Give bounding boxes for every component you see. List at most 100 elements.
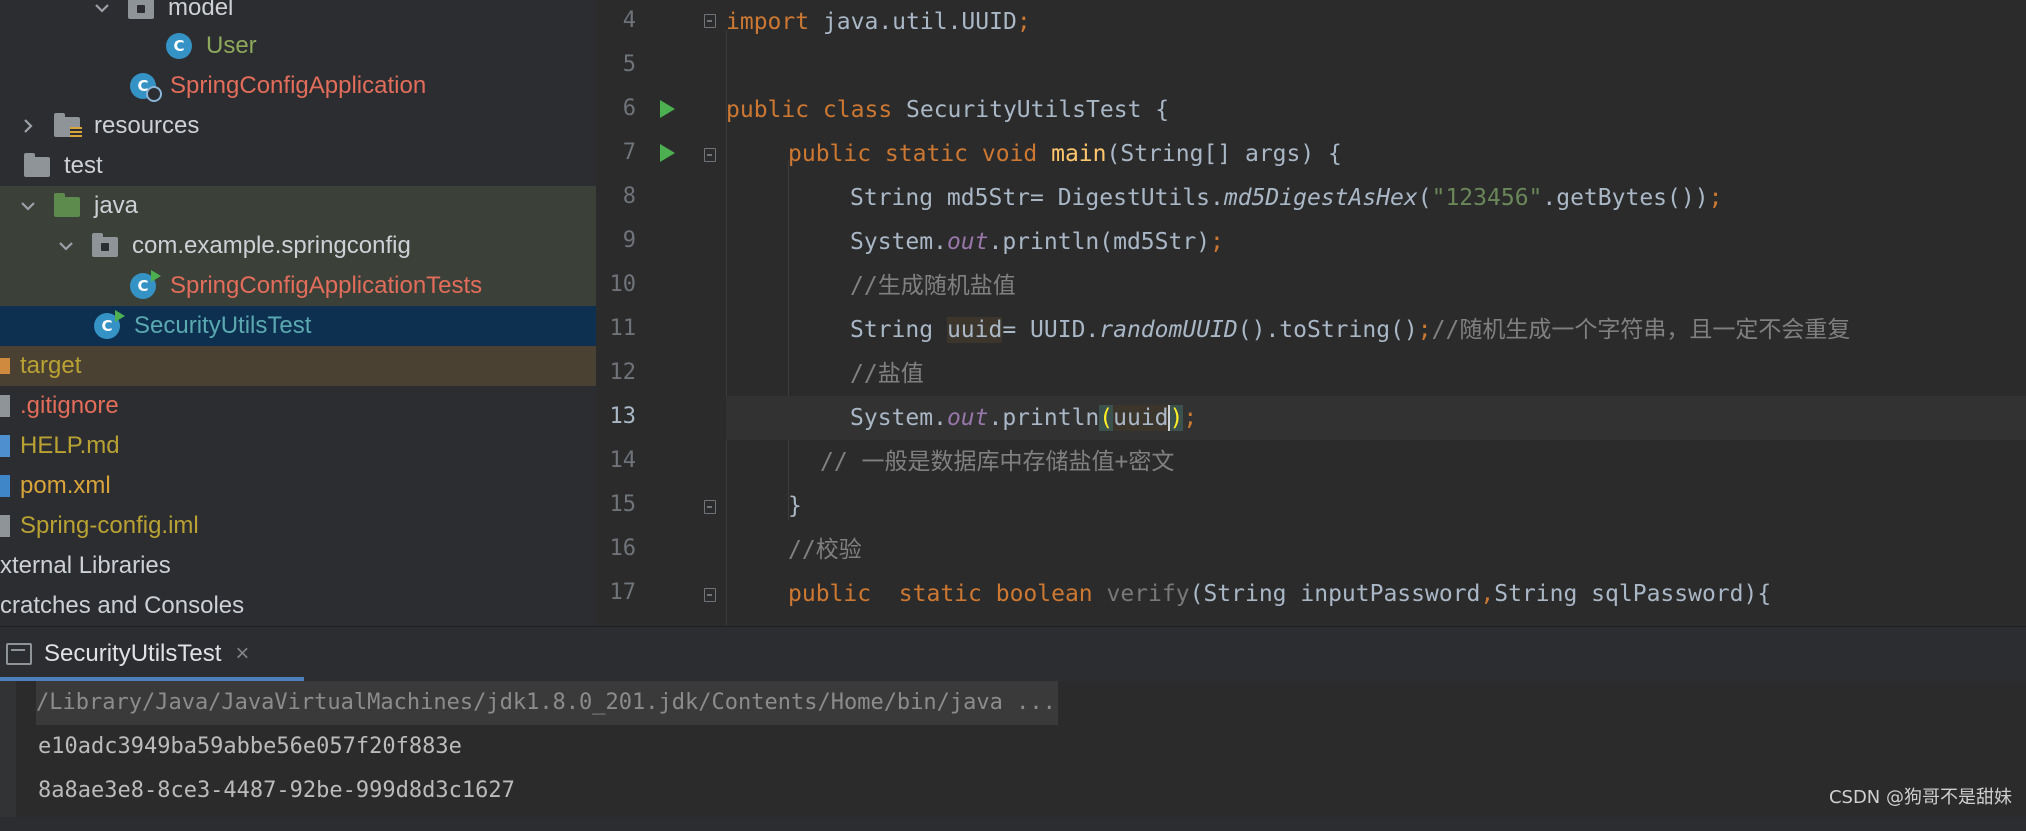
code-token: System.	[850, 405, 947, 431]
code-token: (	[1417, 185, 1432, 211]
variable-uuid: uuid	[946, 317, 1003, 343]
tree-item-securityutilstest[interactable]: C SecurityUtilsTest	[0, 306, 596, 346]
class-declaration: SecurityUtilsTest {	[892, 97, 1170, 123]
tree-item-springconfigapplication[interactable]: C SpringConfigApplication	[0, 66, 596, 106]
matched-paren: (	[1099, 405, 1114, 431]
console-gutter	[0, 681, 16, 817]
line-number: 16	[609, 536, 637, 561]
code-line-16: //校验	[726, 528, 2026, 572]
line-number: 8	[622, 184, 636, 209]
tree-item-help-md[interactable]: HELP.md	[0, 426, 596, 466]
variable-uuid: uuid	[1113, 405, 1169, 431]
code-token: String md5Str= DigestUtils.	[850, 185, 1224, 211]
tree-item-label: target	[20, 352, 82, 379]
import-path: java.util.UUID	[809, 9, 1017, 35]
chevron-down-icon[interactable]	[18, 196, 38, 216]
chevron-down-icon[interactable]	[56, 236, 76, 256]
console-output[interactable]: /Library/Java/JavaVirtualMachines/jdk1.8…	[0, 681, 2026, 817]
tree-item-label: cratches and Consoles	[0, 592, 245, 619]
fold-icon[interactable]	[704, 588, 716, 602]
line-number: 11	[609, 316, 637, 341]
class-icon: C	[164, 32, 194, 60]
tree-item-spring-config-iml[interactable]: Spring-config.iml	[0, 506, 596, 546]
runnable-class-icon: C	[92, 310, 125, 340]
code-editor[interactable]: 4 5 6 7 8 9 10 11 12 13 14 15 16 17 impo…	[596, 0, 2026, 626]
tree-item-test[interactable]: test	[0, 146, 596, 186]
spring-boot-class-icon: C	[128, 72, 162, 102]
tree-item-label: User	[206, 32, 257, 59]
semicolon: ;	[1183, 405, 1198, 431]
code-line-13-current: System.out.println(uuid);	[726, 396, 2026, 440]
code-line-7: public static void main(String[] args) {	[726, 132, 2026, 176]
tree-item-com-example-springconfig[interactable]: com.example.springconfig	[0, 226, 596, 266]
import-keyword: import	[726, 9, 810, 35]
code-token: = UUID.	[1002, 317, 1100, 343]
tree-item-gitignore[interactable]: .gitignore	[0, 386, 596, 426]
tree-item-springconfigapplicationtests[interactable]: C SpringConfigApplicationTests	[0, 266, 596, 306]
semicolon: ;	[1417, 317, 1432, 343]
tree-item-label: Spring-config.iml	[20, 512, 199, 539]
line-number: 12	[609, 360, 637, 385]
close-icon[interactable]: ×	[235, 640, 249, 668]
tree-item-user[interactable]: C User	[0, 26, 596, 66]
code-token: System.	[850, 229, 947, 255]
console-command-line[interactable]: /Library/Java/JavaVirtualMachines/jdk1.8…	[36, 681, 1058, 725]
line-number: 10	[609, 272, 637, 297]
fold-icon[interactable]	[704, 14, 716, 28]
line-number: 7	[622, 140, 636, 165]
line-number: 9	[622, 228, 636, 253]
fold-icon[interactable]	[704, 500, 716, 514]
code-line-17: public static boolean verify(String inpu…	[726, 572, 2026, 616]
console-icon	[6, 643, 32, 665]
tree-item-scratches-and-consoles[interactable]: cratches and Consoles	[0, 586, 596, 626]
line-number: 15	[609, 492, 637, 517]
module-file-icon	[0, 512, 14, 540]
project-tool-window: model C User C SpringConfigApplication r…	[0, 0, 596, 626]
tree-item-label: HELP.md	[20, 432, 120, 459]
run-tool-window: SecurityUtilsTest × /Library/Java/JavaVi…	[0, 626, 2026, 817]
tree-item-external-libraries[interactable]: xternal Libraries	[0, 546, 596, 586]
tree-item-label: xternal Libraries	[0, 552, 171, 579]
markdown-file-icon	[0, 432, 14, 460]
code-line-10: //生成随机盐值	[726, 264, 2026, 308]
tree-item-pom-xml[interactable]: pom.xml	[0, 466, 596, 506]
resources-folder-icon	[52, 112, 82, 140]
tree-item-label: pom.xml	[20, 472, 111, 499]
code-token: .getBytes())	[1542, 185, 1709, 211]
fold-icon[interactable]	[704, 148, 716, 162]
tree-item-label: SpringConfigApplicationTests	[170, 272, 483, 299]
tree-item-label: resources	[94, 112, 200, 139]
code-area[interactable]: import java.util.UUID; public class Secu…	[726, 0, 2026, 626]
code-token: }	[788, 493, 802, 519]
static-field: out	[946, 229, 989, 255]
code-token: (String inputPassword	[1189, 581, 1481, 607]
run-main-icon[interactable]	[660, 144, 675, 162]
chevron-down-icon[interactable]	[92, 0, 112, 18]
line-number: 17	[609, 580, 637, 605]
static-method-call: md5DigestAsHex	[1223, 185, 1418, 211]
tree-item-resources[interactable]: resources	[0, 106, 596, 146]
runnable-class-icon: C	[128, 270, 161, 300]
run-class-icon[interactable]	[660, 100, 675, 118]
run-tab-securityutilstest[interactable]: SecurityUtilsTest ×	[0, 627, 304, 681]
tree-item-label: model	[168, 0, 234, 21]
code-line-14: // 一般是数据库中存储盐值+密文	[726, 440, 2026, 484]
class-modifiers: public class	[726, 97, 893, 123]
tree-item-model[interactable]: model	[0, 0, 596, 28]
code-keyword: public	[788, 581, 872, 607]
tree-item-label: com.example.springconfig	[132, 232, 411, 259]
watermark: CSDN @狗哥不是甜妹	[1828, 787, 2012, 808]
console-output-line: 8a8ae3e8-8ce3-4487-92be-999d8d3c1627	[38, 778, 515, 803]
line-number-current: 13	[609, 404, 637, 429]
semicolon: ;	[1210, 229, 1224, 255]
semicolon: ;	[1016, 9, 1031, 35]
code-line-4: import java.util.UUID;	[726, 0, 2026, 44]
code-comment: //校验	[788, 537, 862, 563]
code-token: String sqlPassword){	[1494, 581, 1772, 607]
tree-item-java[interactable]: java	[0, 186, 596, 226]
tree-item-target[interactable]: target	[0, 346, 596, 386]
excluded-folder-icon	[0, 352, 14, 380]
chevron-right-icon[interactable]	[18, 116, 38, 136]
line-number: 6	[622, 96, 636, 121]
